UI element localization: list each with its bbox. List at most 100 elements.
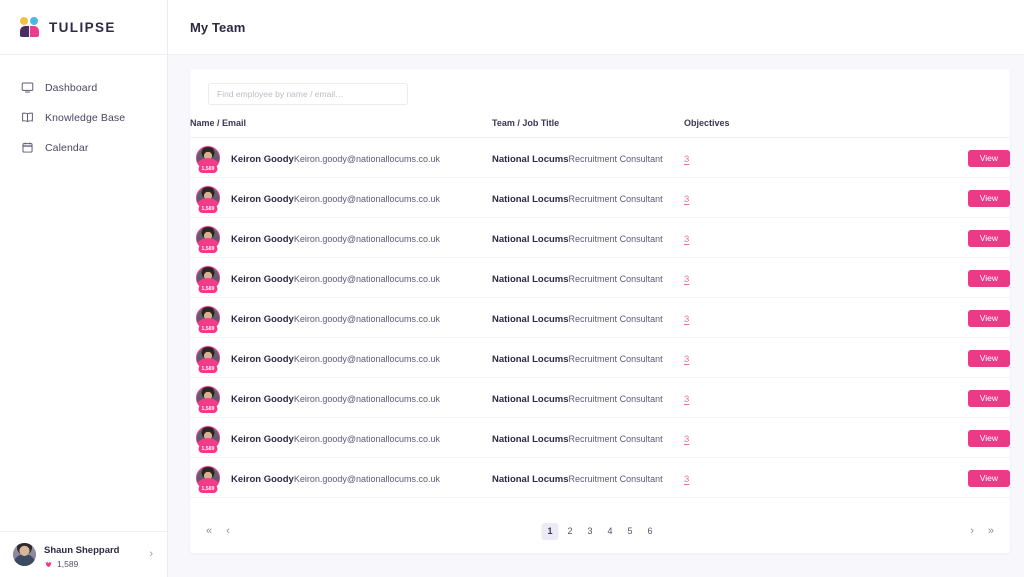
pagination-last-button[interactable]: » — [988, 525, 994, 537]
team-name: National Locums — [492, 353, 569, 365]
objectives-link[interactable]: 3 — [684, 354, 689, 365]
table-row: 1,589 Keiron GoodyKeiron.goody@nationallo… — [190, 297, 1010, 338]
view-button[interactable]: View — [967, 350, 1010, 367]
cell-name-email: 1,589 Keiron GoodyKeiron.goody@nationallo… — [190, 217, 492, 258]
person-text: Keiron GoodyKeiron.goody@nationallocums.… — [231, 269, 440, 287]
view-button[interactable]: View — [967, 430, 1010, 447]
pagination-page-2[interactable]: 2 — [562, 523, 579, 540]
person: 1,589 Keiron GoodyKeiron.goody@nationallo… — [190, 465, 492, 493]
objectives-link[interactable]: 3 — [684, 394, 689, 405]
pagination-page-3[interactable]: 3 — [582, 523, 599, 540]
pagination-prev-button[interactable]: ‹ — [226, 525, 230, 537]
tulip-icon — [45, 561, 52, 567]
cell-objectives: 3 — [684, 257, 844, 298]
view-button[interactable]: View — [967, 230, 1010, 247]
view-button[interactable]: View — [967, 150, 1010, 167]
view-button[interactable]: View — [967, 390, 1010, 407]
cell-team-job-title: National LocumsRecruitment Consultant — [492, 177, 684, 218]
objectives-link[interactable]: 3 — [684, 194, 689, 205]
sidebar-item-calendar[interactable]: Calendar — [0, 137, 167, 158]
column-header-objectives: Objectives — [684, 118, 844, 138]
main-area: My Team Name / Email Team / Job Title Ob… — [168, 0, 1024, 577]
objectives-link[interactable]: 3 — [684, 274, 689, 285]
objectives-link[interactable]: 3 — [684, 434, 689, 445]
view-button[interactable]: View — [967, 470, 1010, 487]
person-text: Keiron GoodyKeiron.goody@nationallocums.… — [231, 349, 440, 367]
job-title: Recruitment Consultant — [568, 353, 663, 364]
objectives-link[interactable]: 3 — [684, 474, 689, 485]
avatar-points-badge: 1,589 — [198, 204, 218, 213]
avatar: 1,589 — [196, 465, 220, 493]
avatar: 1,589 — [196, 305, 220, 333]
pagination-next-button[interactable]: › — [970, 525, 974, 537]
sidebar-item-knowledge-base[interactable]: Knowledge Base — [0, 107, 167, 128]
employee-email: Keiron.goody@nationallocums.co.uk — [293, 233, 441, 244]
sidebar-nav: Dashboard Knowledge Base Calendar — [0, 55, 167, 158]
user-profile-meta: Shaun Sheppard 1,589 — [44, 540, 149, 570]
pagination-page-5[interactable]: 5 — [622, 523, 639, 540]
person-text: Keiron GoodyKeiron.goody@nationallocums.… — [231, 229, 440, 247]
employee-name: Keiron Goody — [231, 433, 294, 445]
search-input[interactable] — [208, 83, 408, 105]
view-button[interactable]: View — [967, 310, 1010, 327]
avatar: 1,589 — [196, 265, 220, 293]
sidebar-item-dashboard[interactable]: Dashboard — [0, 77, 167, 98]
table-row: 1,589 Keiron GoodyKeiron.goody@nationallo… — [190, 337, 1010, 378]
team-name: National Locums — [492, 313, 569, 325]
person-text: Keiron GoodyKeiron.goody@nationallocums.… — [231, 469, 440, 487]
cell-name-email: 1,589 Keiron GoodyKeiron.goody@nationallo… — [190, 377, 492, 418]
view-button[interactable]: View — [967, 270, 1010, 287]
avatar: 1,589 — [196, 185, 220, 213]
avatar-points-badge: 1,589 — [198, 284, 218, 293]
objectives-link[interactable]: 3 — [684, 234, 689, 245]
sidebar-item-label: Calendar — [45, 141, 89, 154]
cell-team-job-title: National LocumsRecruitment Consultant — [492, 337, 684, 378]
job-title: Recruitment Consultant — [568, 433, 663, 444]
avatar: 1,589 — [196, 385, 220, 413]
job-title: Recruitment Consultant — [568, 233, 663, 244]
cell-objectives: 3 — [684, 297, 844, 338]
cell-actions: View — [844, 217, 1010, 258]
cell-name-email: 1,589 Keiron GoodyKeiron.goody@nationallo… — [190, 137, 492, 178]
table-header-row: Name / Email Team / Job Title Objectives — [190, 118, 1010, 138]
employee-email: Keiron.goody@nationallocums.co.uk — [293, 473, 441, 484]
table-row: 1,589 Keiron GoodyKeiron.goody@nationallo… — [190, 137, 1010, 178]
table-row: 1,589 Keiron GoodyKeiron.goody@nationallo… — [190, 177, 1010, 218]
cell-name-email: 1,589 Keiron GoodyKeiron.goody@nationallo… — [190, 177, 492, 218]
avatar-points-badge: 1,589 — [198, 364, 218, 373]
table-head: Name / Email Team / Job Title Objectives — [190, 118, 1010, 138]
user-points-value: 1,589 — [57, 558, 79, 569]
objectives-link[interactable]: 3 — [684, 314, 689, 325]
job-title: Recruitment Consultant — [568, 313, 663, 324]
pagination-pages: 123456 — [541, 522, 659, 540]
cell-objectives: 3 — [684, 457, 844, 498]
team-name: National Locums — [492, 393, 569, 405]
pagination-left: « ‹ — [206, 525, 230, 537]
cell-actions: View — [844, 177, 1010, 218]
cell-actions: View — [844, 297, 1010, 338]
table-body: 1,589 Keiron GoodyKeiron.goody@nationallo… — [190, 137, 1010, 498]
user-profile[interactable]: Shaun Sheppard 1,589 › — [0, 531, 167, 577]
cell-objectives: 3 — [684, 417, 844, 458]
person-text: Keiron GoodyKeiron.goody@nationallocums.… — [231, 389, 440, 407]
view-button[interactable]: View — [967, 190, 1010, 207]
team-name: National Locums — [492, 153, 569, 165]
cell-name-email: 1,589 Keiron GoodyKeiron.goody@nationallo… — [190, 417, 492, 458]
user-name: Shaun Sheppard — [44, 544, 120, 556]
team-name: National Locums — [492, 433, 569, 445]
brand[interactable]: TULIPSE — [0, 0, 167, 55]
pagination-page-6[interactable]: 6 — [642, 523, 659, 540]
pagination-page-4[interactable]: 4 — [602, 523, 619, 540]
pagination-page-1[interactable]: 1 — [541, 522, 559, 540]
cell-team-job-title: National LocumsRecruitment Consultant — [492, 377, 684, 418]
content: Name / Email Team / Job Title Objectives… — [168, 55, 1024, 577]
chevron-right-icon[interactable]: › — [149, 549, 155, 560]
pagination-first-button[interactable]: « — [206, 525, 212, 537]
sidebar-item-label: Dashboard — [45, 81, 98, 94]
avatar-points-badge: 1,589 — [198, 164, 218, 173]
team-name: National Locums — [492, 193, 569, 205]
avatar — [13, 543, 36, 566]
employee-name: Keiron Goody — [231, 273, 294, 285]
avatar: 1,589 — [196, 225, 220, 253]
objectives-link[interactable]: 3 — [684, 154, 689, 165]
